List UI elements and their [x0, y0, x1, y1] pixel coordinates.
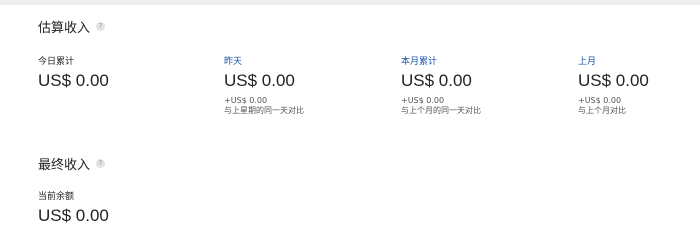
metric-compare-note: 与上星期的同一天对比: [224, 106, 304, 115]
metric-compare-note: 与上个月的同一天对比: [401, 106, 481, 115]
estimated-earnings-title: 估算收入: [38, 21, 91, 36]
metric-last-month: 上月 US$ 0.00 +US$ 0.00 与上个月对比: [578, 56, 649, 116]
metric-value: US$ 0.00: [224, 71, 295, 90]
help-icon[interactable]: ?: [96, 22, 106, 31]
metric-yesterday: 昨天 US$ 0.00 +US$ 0.00 与上星期的同一天对比: [224, 56, 304, 116]
metric-value: US$ 0.00: [401, 71, 472, 90]
metric-delta: +US$ 0.00: [401, 96, 445, 105]
metric-this-month: 本月累计 US$ 0.00 +US$ 0.00 与上个月的同一天对比: [401, 56, 481, 116]
top-divider: [0, 0, 700, 5]
metric-label-link[interactable]: 本月累计: [401, 56, 481, 68]
estimated-earnings-heading: 估算收入 ?: [38, 17, 106, 36]
balance-value: US$ 0.00: [38, 206, 109, 225]
balance-label: 当前余额: [38, 192, 75, 202]
metric-label-link[interactable]: 昨天: [224, 56, 304, 68]
metric-today: 今日累计 US$ 0.00: [38, 56, 109, 91]
metric-value: US$ 0.00: [578, 71, 649, 90]
metric-compare-note: 与上个月对比: [578, 106, 626, 115]
metric-delta: +US$ 0.00: [224, 96, 268, 105]
metric-delta: +US$ 0.00: [578, 96, 622, 105]
metric-label: 今日累计: [38, 57, 75, 67]
metric-label-link[interactable]: 上月: [578, 56, 649, 68]
help-icon[interactable]: ?: [96, 159, 106, 168]
final-earnings-heading: 最终收入 ?: [38, 154, 106, 173]
final-earnings-title: 最终收入: [38, 158, 91, 173]
metric-value: US$ 0.00: [38, 71, 109, 90]
current-balance: 当前余额 US$ 0.00: [38, 191, 109, 226]
